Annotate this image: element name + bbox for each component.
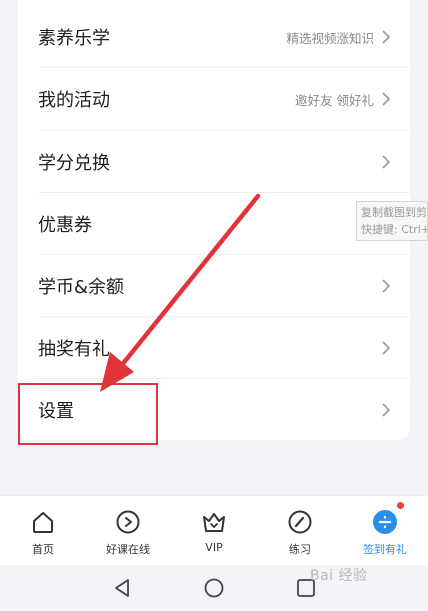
annotation-highlight-box [18,383,158,445]
tab-home[interactable]: 首页 [0,496,86,566]
home-icon [30,509,56,535]
tab-label: 好课在线 [106,543,150,556]
bottom-tab-bar: 首页 好课在线 VIP 练习 签到有礼 [0,495,428,566]
home-circle-icon[interactable] [203,577,225,599]
play-icon [115,509,141,535]
checkin-icon [372,502,404,535]
notification-dot [397,502,404,509]
back-triangle-icon[interactable] [112,577,132,599]
pen-icon [287,509,313,535]
watermark: Bai 经验 [310,568,368,584]
tab-courses[interactable]: 好课在线 [85,496,171,566]
tab-vip[interactable]: VIP [171,496,257,566]
tab-checkin[interactable]: 签到有礼 [342,496,428,566]
tab-practice[interactable]: 练习 [257,496,343,566]
tab-label: 签到有礼 [363,543,407,556]
tab-label: 练习 [289,543,311,556]
tab-label: 首页 [32,543,54,556]
tab-label: VIP [205,541,223,554]
vip-crown-icon [201,509,227,535]
